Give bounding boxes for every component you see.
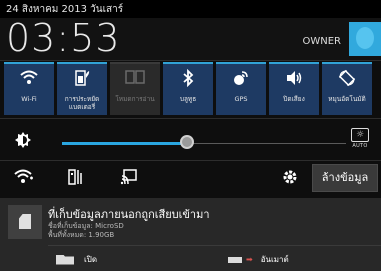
tile-label: ปิดเสียง bbox=[283, 95, 305, 103]
brightness-thumb[interactable] bbox=[179, 135, 194, 149]
tile-bluetooth[interactable]: บลูทูธ bbox=[163, 62, 213, 115]
clear-button[interactable]: ล้างข้อมูล bbox=[312, 164, 378, 192]
reading-mode-icon bbox=[110, 69, 160, 87]
unmount-label: อันเมาต์ bbox=[260, 255, 289, 264]
auto-rotate-icon bbox=[322, 69, 372, 87]
tile-label: บลูทูธ bbox=[179, 95, 197, 103]
tile-gps[interactable]: GPS bbox=[216, 62, 266, 115]
status-date: 24 สิงหาคม 2013 วันเสาร์ bbox=[6, 4, 124, 15]
gear-icon[interactable] bbox=[281, 168, 299, 190]
unmount-icon bbox=[228, 256, 242, 263]
notification-total-space: พื้นที่ทั้งหมด: 1.90GB bbox=[48, 231, 115, 239]
open-button[interactable]: เปิด bbox=[56, 253, 97, 266]
brightness-icon bbox=[14, 131, 32, 154]
tile-label: GPS bbox=[234, 95, 248, 103]
tile-sound[interactable]: ปิดเสียง bbox=[269, 62, 319, 115]
folder-icon bbox=[56, 254, 74, 265]
tile-auto-rotate[interactable]: หมุนอัตโนมัติ bbox=[322, 62, 372, 115]
task-manager-icon[interactable] bbox=[68, 168, 84, 190]
sound-icon bbox=[269, 69, 319, 87]
storage-notification[interactable]: ที่เก็บข้อมูลภายนอกถูกเสียบเข้ามา ชื่อที… bbox=[0, 198, 381, 271]
arrow-icon: ➡ bbox=[246, 255, 253, 264]
unmount-button[interactable]: ➡ อันเมาต์ bbox=[228, 253, 289, 266]
brightness-slider[interactable] bbox=[62, 142, 346, 145]
tile-label: การประหยัดแบตเตอรี่ bbox=[64, 95, 100, 111]
tile-wifi[interactable]: Wi-Fi bbox=[4, 62, 54, 115]
divider bbox=[48, 245, 381, 246]
power-saving-icon bbox=[57, 69, 107, 87]
owner-label[interactable]: OWNER bbox=[302, 36, 341, 47]
open-label: เปิด bbox=[84, 255, 98, 264]
wifi-icon bbox=[4, 69, 54, 87]
divider bbox=[0, 118, 381, 119]
actions-row: ล้างข้อมูล bbox=[0, 160, 381, 196]
divider bbox=[0, 60, 381, 61]
brightness-row: ☼ AUTO bbox=[0, 120, 381, 162]
bluetooth-icon bbox=[163, 68, 213, 88]
auto-brightness-icon: ☼ bbox=[351, 128, 369, 142]
auto-label: AUTO bbox=[352, 143, 368, 149]
brightness-fill bbox=[62, 142, 187, 145]
wifi-settings-icon[interactable] bbox=[14, 168, 34, 188]
gps-icon bbox=[216, 69, 266, 87]
tile-power-saving[interactable]: การประหยัดแบตเตอรี่ bbox=[57, 62, 107, 115]
header: 03:53 OWNER bbox=[0, 16, 381, 60]
avatar[interactable] bbox=[349, 22, 381, 56]
clock: 03:53 bbox=[6, 16, 121, 60]
tile-label: Wi-Fi bbox=[21, 95, 37, 103]
quick-settings: Wi-Fi การประหยัดแบตเตอรี่ โหมดการอ่าน บล… bbox=[0, 62, 381, 116]
tile-label: หมุนอัตโนมัติ bbox=[328, 95, 366, 103]
tile-label: โหมดการอ่าน bbox=[115, 95, 155, 103]
sd-card-icon bbox=[8, 205, 42, 239]
auto-brightness-button[interactable]: ☼ AUTO bbox=[349, 128, 371, 152]
tile-reading-mode[interactable]: โหมดการอ่าน bbox=[110, 62, 160, 115]
screen-cast-icon[interactable] bbox=[120, 168, 138, 190]
